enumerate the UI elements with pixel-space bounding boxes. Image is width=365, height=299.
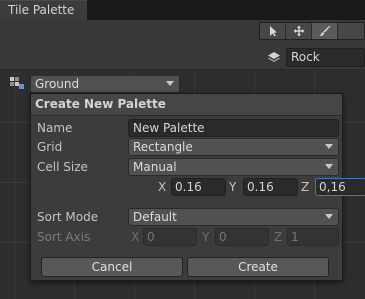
cell-size-dropdown[interactable]: Manual: [128, 158, 339, 176]
cell-x-label: X: [158, 180, 167, 194]
palette-dropdown[interactable]: Ground: [30, 75, 180, 93]
cell-size-dropdown-value: Manual: [133, 160, 177, 174]
brush-icon: [319, 25, 330, 37]
cancel-button[interactable]: Cancel: [41, 257, 183, 277]
sort-y-field: 0: [215, 228, 269, 246]
tab-bar: Tile Palette: [0, 0, 365, 20]
name-field[interactable]: New Palette: [128, 119, 339, 137]
select-tool-button[interactable]: [260, 23, 286, 39]
cell-size-label: Cell Size: [37, 160, 88, 174]
sort-mode-dropdown-value: Default: [133, 210, 177, 224]
cell-z-label: Z: [301, 180, 310, 194]
cell-y-field[interactable]: 0.16: [243, 178, 298, 196]
brush-tool-button[interactable]: [312, 23, 338, 39]
sort-y-label: Y: [202, 230, 210, 244]
layer-stack-icon: [268, 52, 280, 62]
sort-z-field: 1: [287, 228, 339, 246]
more-tools-button[interactable]: [338, 23, 364, 39]
tool-bar: [259, 22, 365, 40]
grid-label: Grid: [37, 140, 63, 154]
create-new-palette-popup: Create New Palette Name New Palette Grid…: [30, 93, 365, 281]
sort-axis-label: Sort Axis: [37, 230, 91, 244]
move-icon: [293, 25, 304, 37]
popup-title: Create New Palette: [31, 94, 342, 116]
sort-z-label: Z: [274, 230, 283, 244]
select-arrow-icon: [269, 26, 277, 37]
cell-y-label: Y: [229, 180, 237, 194]
active-tilemap-target-dropdown[interactable]: Rock: [286, 48, 365, 67]
sort-x-label: X: [131, 230, 140, 244]
sort-mode-label: Sort Mode: [37, 210, 99, 224]
chevron-down-icon: [325, 144, 333, 149]
move-tool-button[interactable]: [286, 23, 312, 39]
chevron-down-icon: [325, 214, 333, 219]
chevron-down-icon: [325, 164, 333, 169]
cell-z-field[interactable]: 0,16: [315, 178, 365, 196]
tile-palette-icon: [10, 77, 24, 89]
tab-tile-palette[interactable]: Tile Palette: [0, 0, 87, 20]
chevron-down-icon: [166, 81, 174, 86]
palette-dropdown-value: Ground: [35, 77, 80, 91]
sort-x-field: 0: [143, 228, 197, 246]
cell-x-field[interactable]: 0.16: [171, 178, 226, 196]
grid-dropdown-value: Rectangle: [133, 140, 193, 154]
name-label: Name: [37, 121, 73, 135]
create-button[interactable]: Create: [187, 257, 329, 277]
grid-dropdown[interactable]: Rectangle: [128, 138, 339, 156]
sort-mode-dropdown[interactable]: Default: [128, 208, 339, 226]
